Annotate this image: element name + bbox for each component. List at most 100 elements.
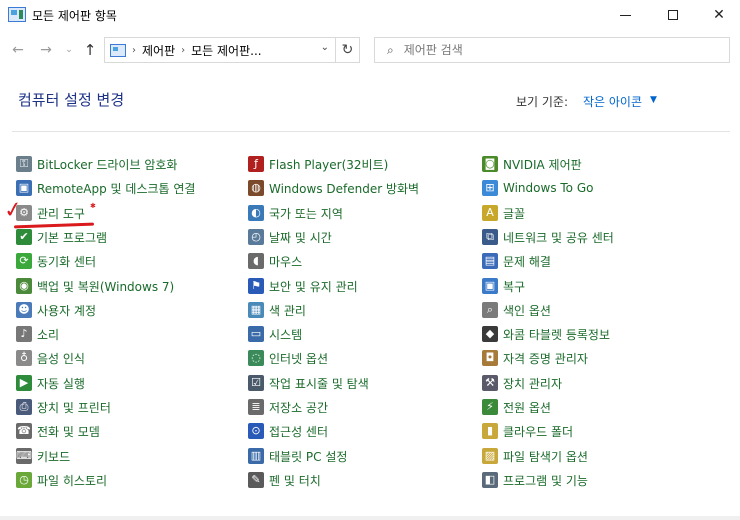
control-panel-item[interactable]: ◖ 마우스 bbox=[248, 251, 302, 271]
forward-button[interactable]: → bbox=[36, 40, 56, 60]
control-panel-item[interactable]: ▥ 태블릿 PC 설정 bbox=[248, 446, 347, 466]
control-panel-item[interactable]: ⎙ 장치 및 프린터 bbox=[16, 397, 111, 417]
control-panel-item-label: 국가 또는 지역 bbox=[269, 206, 343, 221]
control-panel-item[interactable]: ⚒ 장치 관리자 bbox=[482, 373, 562, 393]
control-panel-item[interactable]: ♁ 음성 인식 bbox=[16, 348, 85, 368]
control-panel-item[interactable]: ≣ 저장소 공간 bbox=[248, 397, 328, 417]
remoteapp-icon: ▣ bbox=[16, 180, 32, 196]
back-button[interactable]: ← bbox=[8, 40, 28, 60]
control-panel-location-icon bbox=[110, 43, 126, 57]
control-panel-item[interactable]: ⊞ Windows To Go bbox=[482, 178, 593, 198]
control-panel-item[interactable]: ▤ 문제 해결 bbox=[482, 251, 551, 271]
control-panel-item-label: 태블릿 PC 설정 bbox=[269, 449, 348, 464]
refresh-button[interactable]: ↻ bbox=[336, 37, 360, 63]
control-panel-item[interactable]: ◆ 와콤 타블렛 등록정보 bbox=[482, 324, 610, 344]
control-panel-item[interactable]: ◙ NVIDIA 제어판 bbox=[482, 154, 582, 174]
control-panel-item-label: 기본 프로그램 bbox=[37, 230, 108, 245]
cloud-folder-icon: ▮ bbox=[482, 423, 498, 439]
control-panel-item-label: 파일 히스토리 bbox=[37, 473, 108, 488]
control-panel-item-label: 네트워크 및 공유 센터 bbox=[503, 230, 614, 245]
search-input[interactable] bbox=[403, 43, 704, 57]
control-panel-item-label: 작업 표시줄 및 탐색 bbox=[269, 376, 369, 391]
control-panel-item[interactable]: ◴ 날짜 및 시간 bbox=[248, 227, 332, 247]
control-panel-item[interactable]: ƒ Flash Player(32비트) bbox=[248, 154, 388, 174]
file-history-icon: ◷ bbox=[16, 472, 32, 488]
control-panel-item-label: 프로그램 및 기능 bbox=[503, 473, 588, 488]
firewall-icon: ◍ bbox=[248, 180, 264, 196]
control-panel-item[interactable]: ▣ RemoteApp 및 데스크톱 연결 bbox=[16, 178, 195, 198]
maximize-icon bbox=[668, 10, 678, 20]
control-panel-item[interactable]: ◷ 파일 히스토리 bbox=[16, 470, 107, 490]
ease-of-access-icon: ⊙ bbox=[248, 423, 264, 439]
control-panel-item[interactable]: ⚿ BitLocker 드라이브 암호화 bbox=[16, 154, 177, 174]
security-maintenance-icon: ⚑ bbox=[248, 278, 264, 294]
navigation-bar: ← → ⌄ ↑ › 제어판 › 모든 제어판... ⌄ ↻ ⌕ bbox=[0, 30, 740, 70]
control-panel-item-label: 색인 옵션 bbox=[503, 303, 551, 318]
control-panel-item[interactable]: ◌ 인터넷 옵션 bbox=[248, 348, 328, 368]
speech-icon: ♁ bbox=[16, 350, 32, 366]
control-panel-item[interactable]: ⟳ 동기화 센터 bbox=[16, 251, 96, 271]
view-by-dropdown[interactable]: 작은 아이콘 bbox=[583, 93, 642, 110]
tablet-settings-icon: ▥ bbox=[248, 448, 264, 464]
wacom-tablet-icon: ◆ bbox=[482, 326, 498, 342]
control-panel-item[interactable]: ⚑ 보안 및 유지 관리 bbox=[248, 276, 358, 296]
autoplay-icon: ▶ bbox=[16, 375, 32, 391]
control-panel-item[interactable]: ◧ 프로그램 및 기능 bbox=[482, 470, 588, 490]
keyboard-icon: ⌨ bbox=[16, 448, 32, 464]
control-panel-item-label: 전화 및 모뎀 bbox=[37, 424, 100, 439]
breadcrumb-control-panel[interactable]: 제어판 bbox=[142, 42, 175, 59]
control-panel-item[interactable]: ✔ 기본 프로그램 bbox=[16, 227, 107, 247]
control-panel-item[interactable]: ☎ 전화 및 모뎀 bbox=[16, 421, 100, 441]
control-panel-item-label: 접근성 센터 bbox=[269, 424, 329, 439]
annotation-check-mark: ✓ bbox=[2, 196, 25, 225]
phone-modem-icon: ☎ bbox=[16, 423, 32, 439]
control-panel-item[interactable]: ▨ 파일 탐색기 옵션 bbox=[482, 446, 588, 466]
control-panel-item[interactable]: ♪ 소리 bbox=[16, 324, 59, 344]
control-panel-item[interactable]: ⊙ 접근성 센터 bbox=[248, 421, 328, 441]
recent-locations-button[interactable]: ⌄ bbox=[62, 40, 76, 60]
control-panel-item[interactable]: ◐ 국가 또는 지역 bbox=[248, 203, 343, 223]
control-panel-item-label: 마우스 bbox=[269, 254, 303, 269]
control-panel-item[interactable]: A 글꼴 bbox=[482, 203, 525, 223]
control-panel-item[interactable]: ◘ 자격 증명 관리자 bbox=[482, 348, 588, 368]
control-panel-item[interactable]: ▶ 자동 실행 bbox=[16, 373, 85, 393]
control-panel-item[interactable]: ▮ 클라우드 폴더 bbox=[482, 421, 573, 441]
control-panel-item[interactable]: ☻ 사용자 계정 bbox=[16, 300, 96, 320]
control-panel-item-label: 저장소 공간 bbox=[269, 400, 329, 415]
control-panel-item[interactable]: ▣ 복구 bbox=[482, 276, 525, 296]
up-button[interactable]: ↑ bbox=[80, 40, 100, 60]
control-panel-item[interactable]: ▦ 색 관리 bbox=[248, 300, 306, 320]
control-panel-item-label: 전원 옵션 bbox=[503, 400, 551, 415]
control-panel-item[interactable]: ⚡ 전원 옵션 bbox=[482, 397, 551, 417]
view-by-arrow-icon[interactable]: ▼ bbox=[650, 95, 657, 105]
control-panel-item[interactable]: ▭ 시스템 bbox=[248, 324, 302, 344]
credential-manager-icon: ◘ bbox=[482, 350, 498, 366]
address-dropdown-icon[interactable]: ⌄ bbox=[321, 42, 329, 53]
device-manager-icon: ⚒ bbox=[482, 375, 498, 391]
close-button[interactable]: ✕ bbox=[696, 0, 740, 30]
control-panel-item[interactable]: ⌕ 색인 옵션 bbox=[482, 300, 551, 320]
control-panel-item-label: 장치 관리자 bbox=[503, 376, 563, 391]
control-panel-item[interactable]: ✎ 펜 및 터치 bbox=[248, 470, 321, 490]
breadcrumb-separator: › bbox=[132, 44, 136, 56]
control-panel-item-label: 색 관리 bbox=[269, 303, 306, 318]
search-box[interactable]: ⌕ bbox=[374, 37, 730, 63]
fonts-icon: A bbox=[482, 205, 498, 221]
breadcrumb-all-items[interactable]: 모든 제어판... bbox=[191, 42, 261, 59]
control-panel-item[interactable]: ⚙ 관리 도구 bbox=[16, 203, 85, 223]
minimize-button[interactable] bbox=[602, 0, 648, 30]
control-panel-item-label: 복구 bbox=[503, 279, 526, 294]
address-bar[interactable]: › 제어판 › 모든 제어판... ⌄ bbox=[104, 37, 336, 63]
control-panel-item[interactable]: ☑ 작업 표시줄 및 탐색 bbox=[248, 373, 369, 393]
windows-to-go-icon: ⊞ bbox=[482, 180, 498, 196]
window-bottom-edge bbox=[0, 516, 740, 520]
control-panel-item[interactable]: ⧉ 네트워크 및 공유 센터 bbox=[482, 227, 614, 247]
control-panel-item[interactable]: ◍ Windows Defender 방화벽 bbox=[248, 178, 419, 198]
control-panel-item[interactable]: ⌨ 키보드 bbox=[16, 446, 70, 466]
control-panel-item-label: 키보드 bbox=[37, 449, 71, 464]
control-panel-item[interactable]: ◉ 백업 및 복원(Windows 7) bbox=[16, 276, 174, 296]
search-icon: ⌕ bbox=[387, 42, 394, 57]
maximize-button[interactable] bbox=[650, 0, 696, 30]
programs-features-icon: ◧ bbox=[482, 472, 498, 488]
control-panel-item-label: 인터넷 옵션 bbox=[269, 351, 329, 366]
